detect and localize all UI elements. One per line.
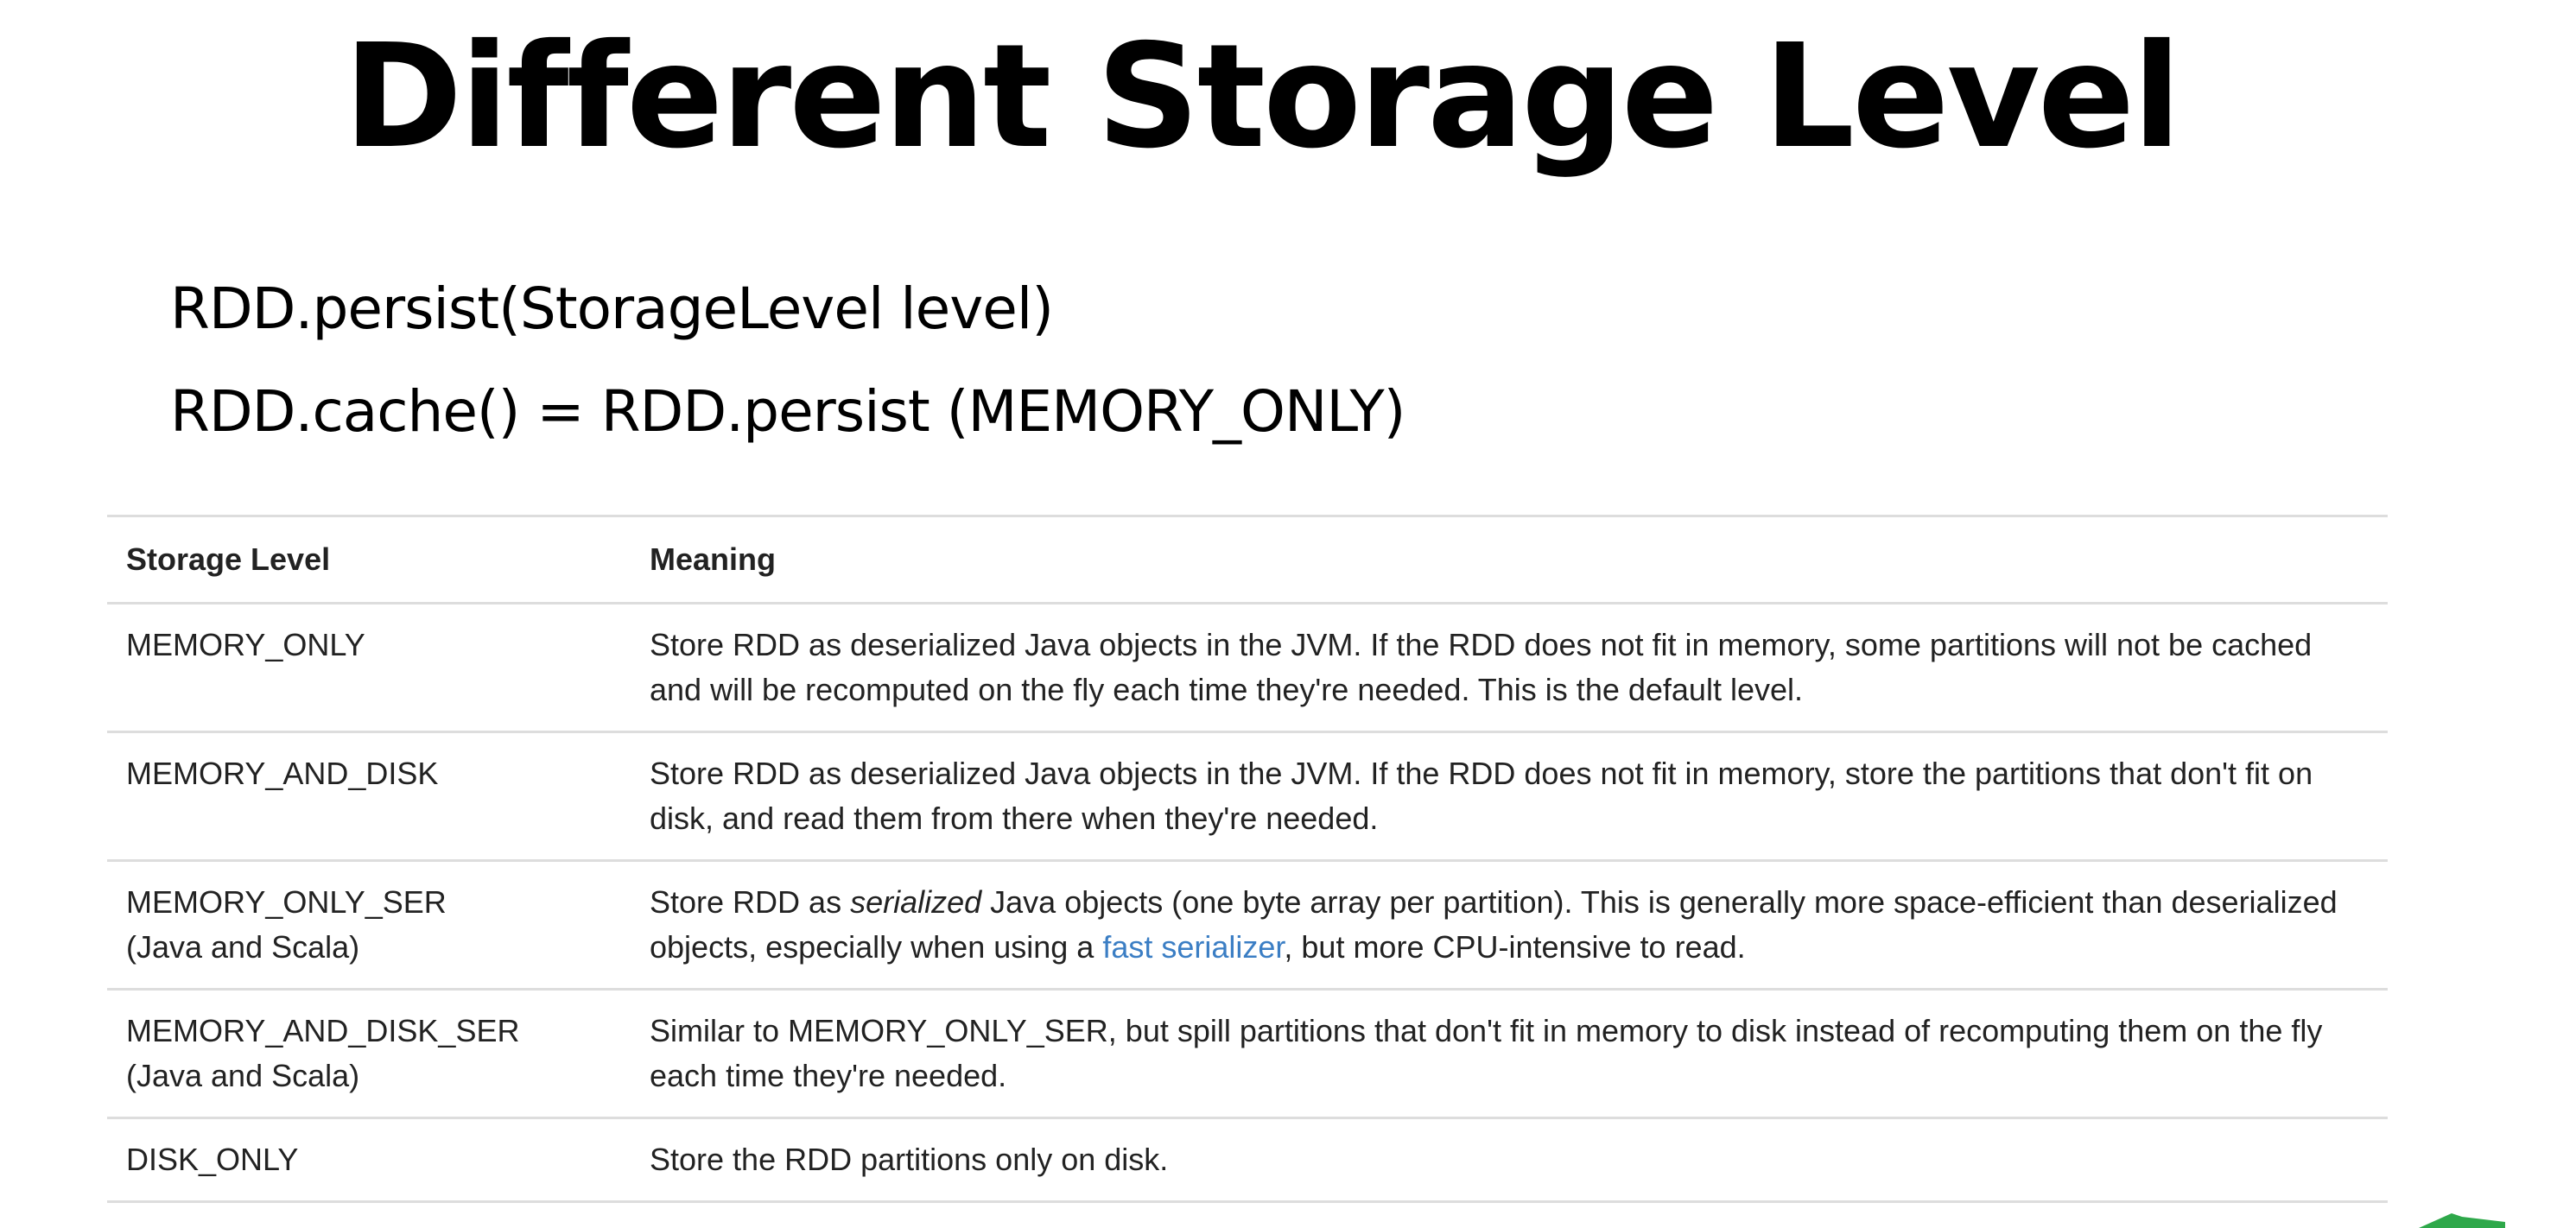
table-row: MEMORY_AND_DISK_SER (Java and Scala) Sim… [107, 988, 2388, 1118]
meaning-text: , but more CPU-intensive to read. [1284, 929, 1746, 965]
table-row: MEMORY_ONLY_SER (Java and Scala) Store R… [107, 859, 2388, 990]
table-header-row: Storage Level Meaning [107, 515, 2388, 604]
code-examples: RDD.persist(StorageLevel level) RDD.cach… [170, 269, 1405, 475]
storage-level-meaning: Store RDD as serialized Java objects (on… [631, 859, 2388, 990]
slide-title: Different Storage Level [343, 14, 2182, 180]
table-row: DISK_ONLY Store the RDD partitions only … [107, 1117, 2388, 1203]
header-storage-level: Storage Level [107, 515, 631, 604]
table-row: MEMORY_AND_DISK Store RDD as deserialize… [107, 731, 2388, 861]
header-meaning: Meaning [631, 515, 2388, 604]
storage-level-table: Storage Level Meaning MEMORY_ONLY Store … [107, 515, 2388, 1203]
table-row: MEMORY_ONLY Store RDD as deserialized Ja… [107, 602, 2388, 732]
language-note: (Java and Scala) [126, 929, 360, 965]
meaning-text: Store RDD as [650, 884, 851, 920]
storage-level-meaning: Store the RDD partitions only on disk. [631, 1117, 2388, 1203]
fast-serializer-link[interactable]: fast serializer [1102, 929, 1284, 965]
meaning-emphasis: serialized [850, 884, 982, 920]
persist-signature: RDD.persist(StorageLevel level) [170, 275, 1054, 342]
storage-level-name: DISK_ONLY [107, 1117, 631, 1203]
storage-level-meaning: Store RDD as deserialized Java objects i… [631, 731, 2388, 861]
storage-level-cell: MEMORY_ONLY_SER (Java and Scala) [107, 859, 631, 990]
storage-level-name: MEMORY_ONLY_SER [126, 884, 447, 920]
language-note: (Java and Scala) [126, 1058, 360, 1093]
storage-level-name: MEMORY_ONLY [107, 602, 631, 732]
corner-arrow-icon [2419, 1213, 2505, 1228]
storage-level-name: MEMORY_AND_DISK_SER [126, 1013, 520, 1048]
cache-equivalence: RDD.cache() = RDD.persist (MEMORY_ONLY) [170, 378, 1405, 445]
storage-level-cell: MEMORY_AND_DISK_SER (Java and Scala) [107, 988, 631, 1118]
storage-level-meaning: Similar to MEMORY_ONLY_SER, but spill pa… [631, 988, 2388, 1118]
storage-level-name: MEMORY_AND_DISK [107, 731, 631, 861]
storage-level-meaning: Store RDD as deserialized Java objects i… [631, 602, 2388, 732]
